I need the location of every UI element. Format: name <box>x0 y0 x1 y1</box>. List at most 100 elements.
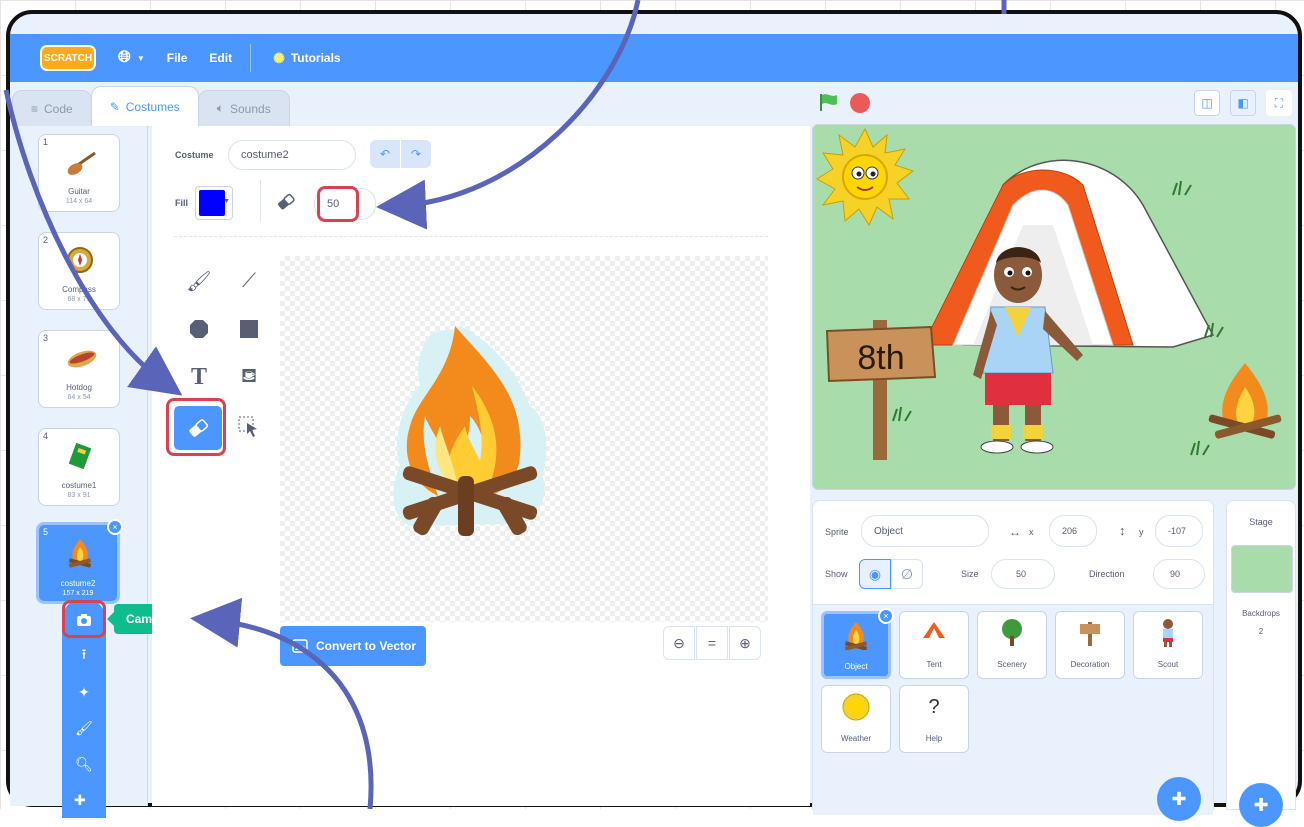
upload-icon: ⭱ <box>81 646 87 662</box>
zoom-in-button[interactable]: ⊕ <box>729 626 761 660</box>
show-hidden-button[interactable]: ∅ <box>891 559 923 589</box>
file-menu[interactable]: File <box>167 51 188 65</box>
costume-number: 4 <box>43 431 49 441</box>
book-icon <box>65 441 95 473</box>
eye-hidden-icon: ∅ <box>900 565 914 582</box>
sprite-tile[interactable]: Tent <box>899 611 969 679</box>
sprite-name-input[interactable]: Object <box>861 515 989 547</box>
normal-stage-button[interactable]: ◧ <box>1230 90 1256 116</box>
campfire-drawing <box>393 326 547 536</box>
circle-tool[interactable] <box>180 310 218 348</box>
redo-button[interactable]: ↷ <box>401 140 431 168</box>
backdrops-label: Backdrops <box>1242 609 1280 618</box>
tab-code[interactable]: ≡ Code <box>12 90 92 126</box>
sprite-name: Tent <box>926 660 942 669</box>
convert-label: Convert to Vector <box>316 639 417 653</box>
sprite-label: Sprite <box>825 527 849 537</box>
choose-backdrop-button[interactable]: ✚ <box>1239 783 1283 827</box>
green-flag-button[interactable] <box>818 92 840 117</box>
small-stage-icon: ◫ <box>1201 96 1213 110</box>
globe-icon: 🌐︎ <box>118 49 131 66</box>
choose-costume-search-button[interactable]: 🔍︎ <box>72 752 96 776</box>
line-tool[interactable]: ⟋ <box>230 262 268 300</box>
direction-input[interactable]: 90 <box>1153 559 1205 589</box>
sprite-name: Help <box>925 734 943 743</box>
upload-costume-button[interactable]: ⭱ <box>72 644 96 668</box>
sign-icon <box>1056 618 1124 656</box>
eraser-size-highlight <box>317 186 359 222</box>
costume-size: 68 x 71 <box>67 296 91 303</box>
costume-item-selected[interactable]: 5 × costume2 157 x 219 <box>36 519 123 604</box>
convert-to-vector-button[interactable]: Convert to Vector <box>280 626 426 666</box>
choose-costume-button[interactable]: ✚ <box>62 784 106 818</box>
costume-item[interactable]: 3 Hotdog 64 x 54 <box>38 330 120 408</box>
size-input[interactable]: 50 <box>991 559 1055 589</box>
fill-tool[interactable]: ⛾ <box>230 358 268 396</box>
toolbar-separator <box>174 236 768 237</box>
stop-button[interactable] <box>850 93 870 113</box>
delete-costume-icon[interactable]: × <box>107 519 123 535</box>
stage-label: Stage <box>1249 517 1273 527</box>
y-position-input[interactable]: -107 <box>1155 515 1203 547</box>
sprite-name: Weather <box>840 734 872 743</box>
scratch-logo[interactable]: SCRATCH <box>40 45 96 71</box>
eraser-size-icon <box>274 190 298 214</box>
show-visible-button[interactable]: ◉ <box>859 559 891 589</box>
tab-sounds[interactable]: 🔈︎ Sounds <box>197 90 290 126</box>
costume-name: Compass <box>62 285 96 294</box>
chevron-down-icon: ▼ <box>223 198 230 205</box>
undo-button[interactable]: ↶ <box>370 140 400 168</box>
paint-button[interactable]: 🖌︎ <box>72 716 96 740</box>
costume-item[interactable]: 2 Compass 68 x 71 <box>38 232 120 310</box>
y-label: y <box>1139 527 1144 537</box>
direction-label: Direction <box>1089 569 1125 579</box>
fill-color-picker[interactable]: ▼ <box>195 186 233 220</box>
stage-canvas[interactable]: 8th <box>812 124 1296 490</box>
brush-tool[interactable]: 🖌︎ <box>180 262 218 300</box>
zoom-out-button[interactable]: ⊖ <box>663 626 695 660</box>
sprite-info-panel: Sprite Object ↔ x 206 ↕ y -107 Show ◉ ∅ … <box>813 501 1213 605</box>
redo-icon: ↷ <box>410 147 422 161</box>
costume-name-input[interactable]: costume2 <box>228 140 356 170</box>
costume-item[interactable]: 1 Guitar 114 x 64 <box>38 134 120 212</box>
menu-divider <box>250 44 252 72</box>
sprite-tile-selected[interactable]: × Object <box>821 608 894 679</box>
zoom-in-icon: ⊕ <box>739 634 751 651</box>
tab-costumes[interactable]: ✎ Costumes <box>90 86 199 126</box>
sprite-tile[interactable]: Scout <box>1133 611 1203 679</box>
costume-size: 83 x 91 <box>67 492 91 499</box>
sign-text: 8th <box>857 339 904 377</box>
show-label: Show <box>825 569 848 579</box>
small-stage-button[interactable]: ◫ <box>1194 90 1220 116</box>
text-icon: T <box>190 363 207 390</box>
sprite-tile[interactable]: Scenery <box>977 611 1047 679</box>
language-menu[interactable]: 🌐︎ ▼ <box>118 49 145 67</box>
surprise-button[interactable]: ✦ <box>72 680 96 704</box>
edit-menu[interactable]: Edit <box>209 51 232 65</box>
zoom-reset-button[interactable]: = <box>696 626 728 660</box>
sprite-tile[interactable]: Weather <box>821 685 891 753</box>
paintbrush-icon: 🖌︎ <box>75 719 93 736</box>
tutorials-menu[interactable]: ✺ Tutorials <box>273 50 341 67</box>
stage-selector[interactable]: Stage Backdrops 2 ✚ <box>1226 500 1296 827</box>
fullscreen-button[interactable]: ⛶ <box>1266 90 1292 116</box>
sign-sprite: 8th <box>825 320 937 460</box>
text-tool[interactable]: T <box>180 358 218 396</box>
backdrop-thumbnail <box>1231 545 1293 593</box>
select-tool[interactable] <box>230 408 268 446</box>
sprite-tile[interactable]: ? Help <box>899 685 969 753</box>
speaker-icon: 🔈︎ <box>216 101 224 115</box>
costume-name: costume1 <box>61 481 97 490</box>
x-position-input[interactable]: 206 <box>1049 515 1097 547</box>
menu-bar: SCRATCH 🌐︎ ▼ File Edit ✺ Tutorials <box>10 34 1298 82</box>
rectangle-tool[interactable] <box>230 310 268 348</box>
choose-sprite-button[interactable]: ✚ <box>1157 777 1201 821</box>
sprite-pane: Sprite Object ↔ x 206 ↕ y -107 Show ◉ ∅ … <box>812 500 1214 821</box>
sprite-name: Decoration <box>1070 660 1110 669</box>
costume-item[interactable]: 4 costume1 83 x 91 <box>38 428 120 506</box>
drawing-canvas[interactable] <box>280 256 768 622</box>
sprite-tile[interactable]: Decoration <box>1055 611 1125 679</box>
rectangle-icon <box>240 320 258 338</box>
eraser-tool-highlight <box>166 398 226 456</box>
sparkle-icon: ✦ <box>78 683 90 700</box>
